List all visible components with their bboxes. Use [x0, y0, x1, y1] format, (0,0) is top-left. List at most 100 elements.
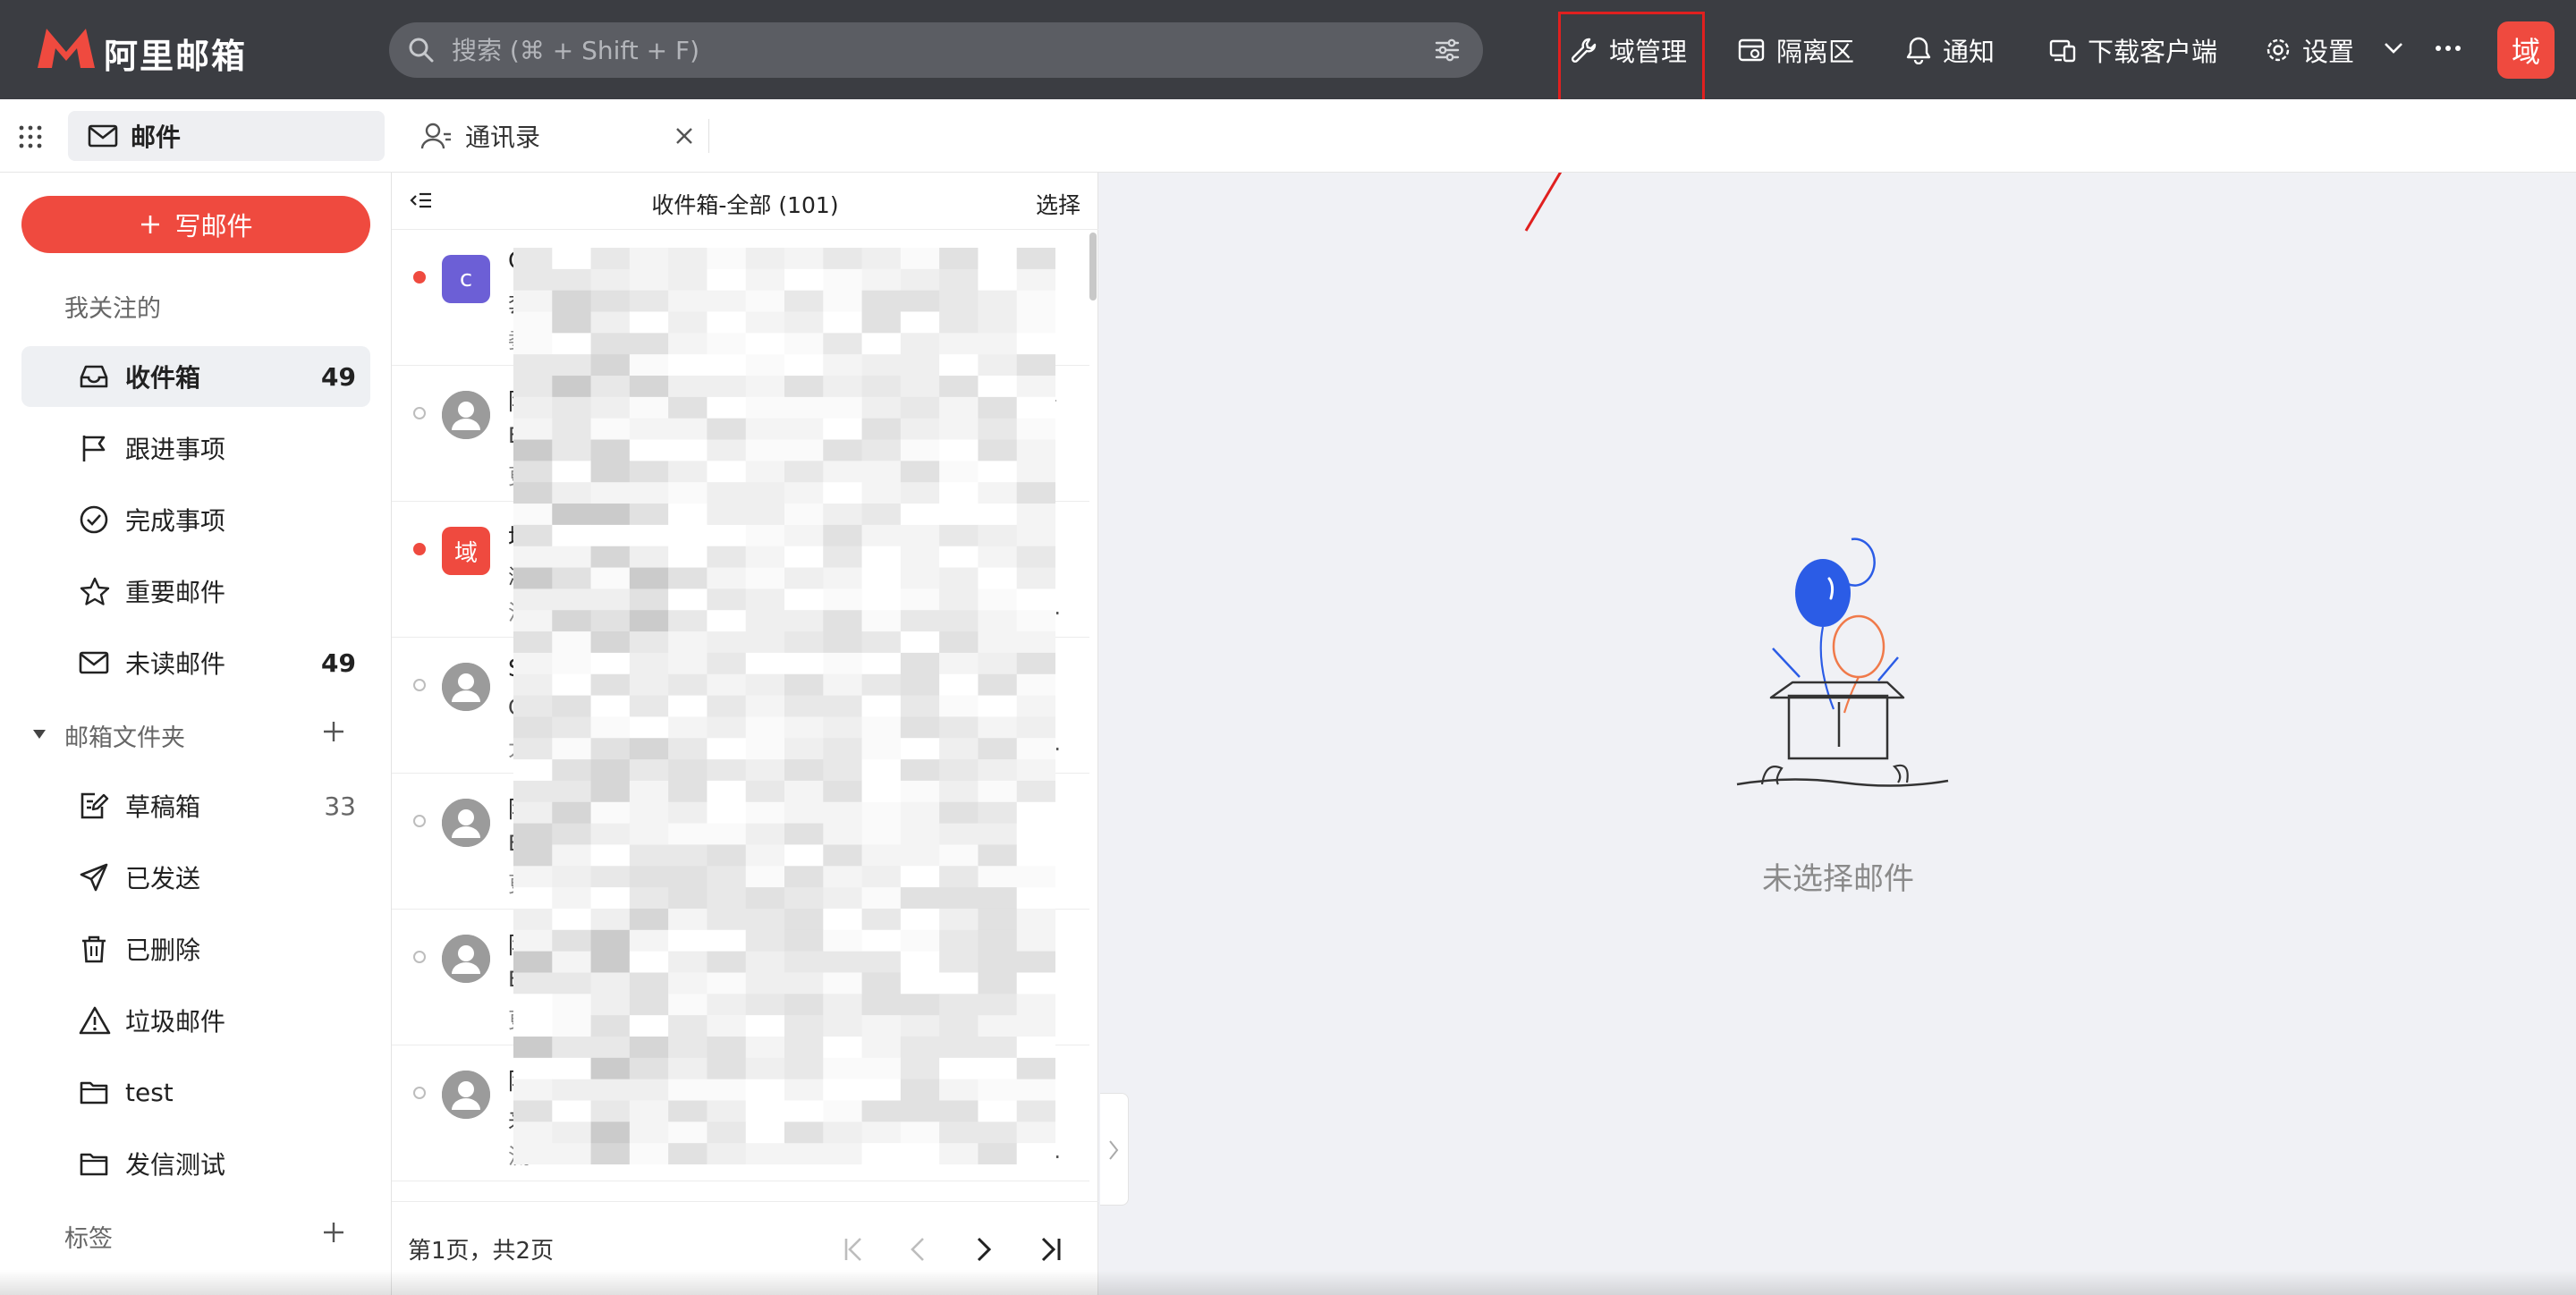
star-icon	[80, 577, 110, 605]
sidebar-item-label: 跟进事项	[125, 435, 226, 464]
sender-avatar: c	[442, 255, 490, 303]
mail-list-header: 收件箱-全部 (101) 选择	[392, 173, 1098, 230]
empty-mailbox-illustration	[1736, 537, 1949, 787]
unread-count: 49	[321, 361, 356, 392]
select-button[interactable]: 选择	[1036, 188, 1080, 220]
tab-mail-label: 邮件	[131, 123, 182, 152]
tab-contacts[interactable]: 通讯录	[401, 111, 710, 161]
gear-icon	[2267, 38, 2290, 61]
add-folder-icon[interactable]	[322, 720, 345, 743]
add-tag-icon[interactable]	[322, 1221, 345, 1244]
unread-count: 49	[321, 648, 356, 678]
sidebar-item-important[interactable]: 重要邮件	[21, 561, 370, 622]
prev-page-icon[interactable]	[909, 1236, 927, 1263]
chevron-down-icon[interactable]	[2383, 41, 2404, 55]
unread-dot	[413, 271, 426, 284]
default-avatar-icon	[442, 391, 490, 439]
unread-dot	[413, 543, 426, 555]
last-page-icon[interactable]	[1039, 1236, 1063, 1263]
devices-icon	[2049, 39, 2076, 62]
sidebar-item-send-test[interactable]: 发信测试	[21, 1133, 370, 1194]
search-input[interactable]	[452, 22, 1346, 78]
sidebar-item-inbox[interactable]: 收件箱 49	[21, 346, 370, 407]
inbox-icon	[80, 365, 108, 388]
sender-avatar	[442, 1071, 490, 1119]
warning-icon	[79, 1006, 111, 1035]
sidebar-item-label: 重要邮件	[125, 578, 226, 607]
download-client-label: 下载客户端	[2088, 36, 2218, 67]
close-icon[interactable]	[674, 126, 694, 146]
sidebar-item-drafts[interactable]: 草稿箱 33	[21, 775, 370, 836]
trash-icon	[82, 935, 106, 963]
app-logo[interactable]	[34, 25, 98, 72]
expand-pane-handle[interactable]	[1100, 1093, 1129, 1206]
sidebar-item-done[interactable]: 完成事项	[21, 489, 370, 550]
sidebar-item-sent[interactable]: 已发送	[21, 847, 370, 908]
sender-avatar	[442, 799, 490, 847]
sidebar-item-label: 收件箱	[125, 363, 201, 393]
notifications-button[interactable]: 通知	[1905, 0, 1995, 99]
sender-avatar	[442, 391, 490, 439]
sidebar-item-deleted[interactable]: 已删除	[21, 918, 370, 979]
check-circle-icon	[80, 505, 108, 534]
filter-sliders-icon[interactable]	[1434, 37, 1461, 63]
draft-icon	[80, 792, 109, 819]
folder-icon	[80, 1081, 108, 1105]
settings-button[interactable]: 设置	[2265, 0, 2354, 99]
read-dot	[413, 951, 426, 963]
caret-down-icon[interactable]	[32, 729, 47, 740]
sender-avatar: 域	[442, 527, 490, 575]
sidebar-item-label: 已删除	[125, 935, 201, 965]
sender-avatar	[442, 935, 490, 983]
mail-list-scrollbar[interactable]	[1089, 233, 1097, 300]
sidebar-item-label: 草稿箱	[125, 792, 201, 822]
send-icon	[80, 863, 108, 892]
page-info: 第1页，共2页	[408, 1238, 555, 1265]
compose-label: 写邮件	[174, 211, 253, 241]
folders-section-title: 邮箱文件夹	[64, 724, 185, 752]
sidebar-item-follow-up[interactable]: 跟进事项	[21, 418, 370, 478]
sidebar-item-label: 已发送	[125, 864, 201, 893]
more-icon[interactable]	[2435, 43, 2462, 54]
mail-icon	[88, 124, 118, 148]
notifications-label: 通知	[1943, 36, 1996, 67]
tab-contacts-label: 通讯录	[465, 123, 541, 152]
compose-button[interactable]: 写邮件	[21, 196, 370, 253]
following-section-title: 我关注的	[64, 295, 161, 323]
user-avatar[interactable]: 域	[2497, 21, 2555, 79]
highlight-box	[1558, 12, 1705, 104]
draft-count: 33	[324, 791, 356, 821]
download-client-button[interactable]: 下载客户端	[2048, 0, 2217, 99]
search-bar[interactable]	[389, 22, 1483, 78]
sidebar-item-label: 垃圾邮件	[125, 1007, 226, 1037]
default-avatar-icon	[442, 1071, 490, 1119]
quarantine-label: 隔离区	[1776, 36, 1855, 67]
settings-label: 设置	[2302, 36, 2355, 67]
logo-m-icon	[38, 29, 95, 68]
tags-section-title: 标签	[64, 1225, 113, 1253]
contacts-icon	[420, 123, 451, 149]
next-page-icon[interactable]	[975, 1236, 993, 1263]
sidebar-item-test[interactable]: test	[21, 1062, 370, 1122]
apps-grid-icon[interactable]	[18, 124, 43, 149]
read-dot	[413, 407, 426, 419]
bell-icon	[1906, 37, 1931, 64]
folder-icon	[80, 1153, 108, 1176]
mail-list-title: 收件箱-全部 (101)	[651, 192, 839, 218]
sender-avatar	[442, 663, 490, 711]
sidebar-item-unread[interactable]: 未读邮件 49	[21, 632, 370, 693]
read-dot	[413, 815, 426, 827]
sidebar-item-label: test	[125, 1077, 174, 1107]
tab-mail[interactable]: 邮件	[68, 111, 385, 161]
sidebar-item-label: 未读邮件	[125, 649, 226, 679]
top-bar: 阿里邮箱 域管理 隔离区	[0, 0, 2576, 99]
quarantine-button[interactable]: 隔离区	[1737, 0, 1854, 99]
sidebar-item-spam[interactable]: 垃圾邮件	[21, 990, 370, 1051]
default-avatar-icon	[442, 663, 490, 711]
search-icon	[409, 38, 434, 63]
empty-state-text: 未选择邮件	[1762, 861, 1914, 897]
tab-divider	[708, 119, 709, 153]
first-page-icon[interactable]	[843, 1236, 866, 1263]
app-name: 阿里邮箱	[104, 37, 248, 76]
default-avatar-icon	[442, 935, 490, 983]
